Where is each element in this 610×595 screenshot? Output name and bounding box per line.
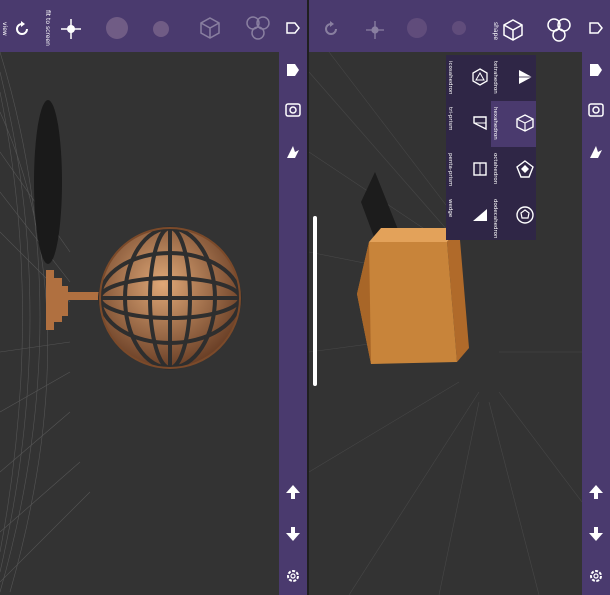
- view-rotate-icon[interactable]: [11, 18, 33, 40]
- fit-to-screen-label: fit to screen: [44, 10, 51, 46]
- shape-item-wedge[interactable]: wedge: [446, 193, 491, 239]
- shape-menu: tetrahedron hexahedron octahedron dodeca…: [446, 55, 536, 240]
- shape-item-tri-prism[interactable]: tri-prism: [446, 101, 491, 147]
- small-sphere-icon[interactable]: [150, 18, 172, 40]
- wood-cube: [357, 228, 469, 364]
- settings-icon[interactable]: [586, 566, 606, 586]
- shape-item-label: tri-prism: [447, 107, 453, 131]
- shadow: [34, 100, 62, 264]
- dodecahedron-icon: [516, 206, 534, 224]
- tetrahedron-icon: [519, 70, 532, 84]
- sphere-icon-faded[interactable]: [405, 16, 429, 40]
- bookmark-icon[interactable]: [283, 60, 303, 80]
- bookmark-icon[interactable]: [586, 60, 606, 80]
- left-pane: view fit to screen: [0, 0, 307, 595]
- shape-item-label: tetrahedron: [492, 61, 498, 94]
- move-up-icon[interactable]: [283, 482, 303, 502]
- lattice-sphere: [98, 226, 242, 370]
- camera-icon[interactable]: [283, 100, 303, 120]
- move-up-icon[interactable]: [586, 482, 606, 502]
- shape-item-label: dodecahedron: [492, 199, 498, 239]
- octahedron-icon: [516, 160, 534, 178]
- left-top-toolbar: view fit to screen: [0, 0, 307, 52]
- paint-icon[interactable]: [586, 142, 606, 162]
- left-side-toolbar: [279, 52, 307, 595]
- paint-icon[interactable]: [283, 142, 303, 162]
- left-scene: [0, 52, 242, 593]
- small-sphere-icon-faded[interactable]: [449, 18, 469, 38]
- tag-icon[interactable]: [586, 18, 606, 38]
- shape-item-dodecahedron[interactable]: dodecahedron: [491, 193, 536, 239]
- cube-icon: [516, 114, 534, 132]
- shape-item-icosahedron[interactable]: icosahedron: [446, 55, 491, 101]
- shape-item-label: icosahedron: [447, 61, 453, 95]
- move-down-icon[interactable]: [586, 524, 606, 544]
- shape-item-label: hexahedron: [492, 107, 498, 140]
- crosshair-icon[interactable]: [60, 18, 82, 40]
- right-top-toolbar: shape: [309, 0, 610, 52]
- move-down-icon[interactable]: [283, 524, 303, 544]
- right-side-toolbar: [582, 52, 610, 595]
- view-rotate-icon-faded[interactable]: [320, 18, 342, 40]
- shape-item-penta-prism[interactable]: penta-prism: [446, 147, 491, 193]
- shape-item-label: penta-prism: [447, 153, 453, 187]
- scrollbar[interactable]: [313, 216, 317, 386]
- camera-icon[interactable]: [586, 100, 606, 120]
- settings-icon[interactable]: [283, 566, 303, 586]
- shape-item-label: octahedron: [492, 153, 498, 185]
- icosahedron-icon: [472, 68, 488, 86]
- sphere-icon[interactable]: [104, 15, 130, 41]
- penta-prism-icon: [473, 162, 487, 176]
- shape-item-hexahedron[interactable]: hexahedron: [491, 101, 536, 147]
- crosshair-icon-faded[interactable]: [365, 20, 385, 40]
- shape-label: shape: [492, 22, 499, 41]
- tri-prism-icon: [473, 116, 487, 131]
- cluster-icon[interactable]: [545, 16, 573, 44]
- box-icon[interactable]: [198, 16, 222, 40]
- left-viewport[interactable]: [0, 52, 279, 595]
- tag-icon[interactable]: [283, 18, 303, 38]
- wedge-icon: [473, 209, 487, 221]
- stand: [46, 270, 102, 330]
- shape-item-tetrahedron[interactable]: tetrahedron: [491, 55, 536, 101]
- cluster-icon[interactable]: [244, 14, 272, 42]
- right-pane: shape tetrahedron hexahedron octahedron …: [309, 0, 610, 595]
- shape-item-octahedron[interactable]: octahedron: [491, 147, 536, 193]
- view-label: view: [1, 22, 8, 36]
- shape-item-label: wedge: [447, 199, 453, 218]
- shape-cube-icon[interactable]: [501, 18, 525, 42]
